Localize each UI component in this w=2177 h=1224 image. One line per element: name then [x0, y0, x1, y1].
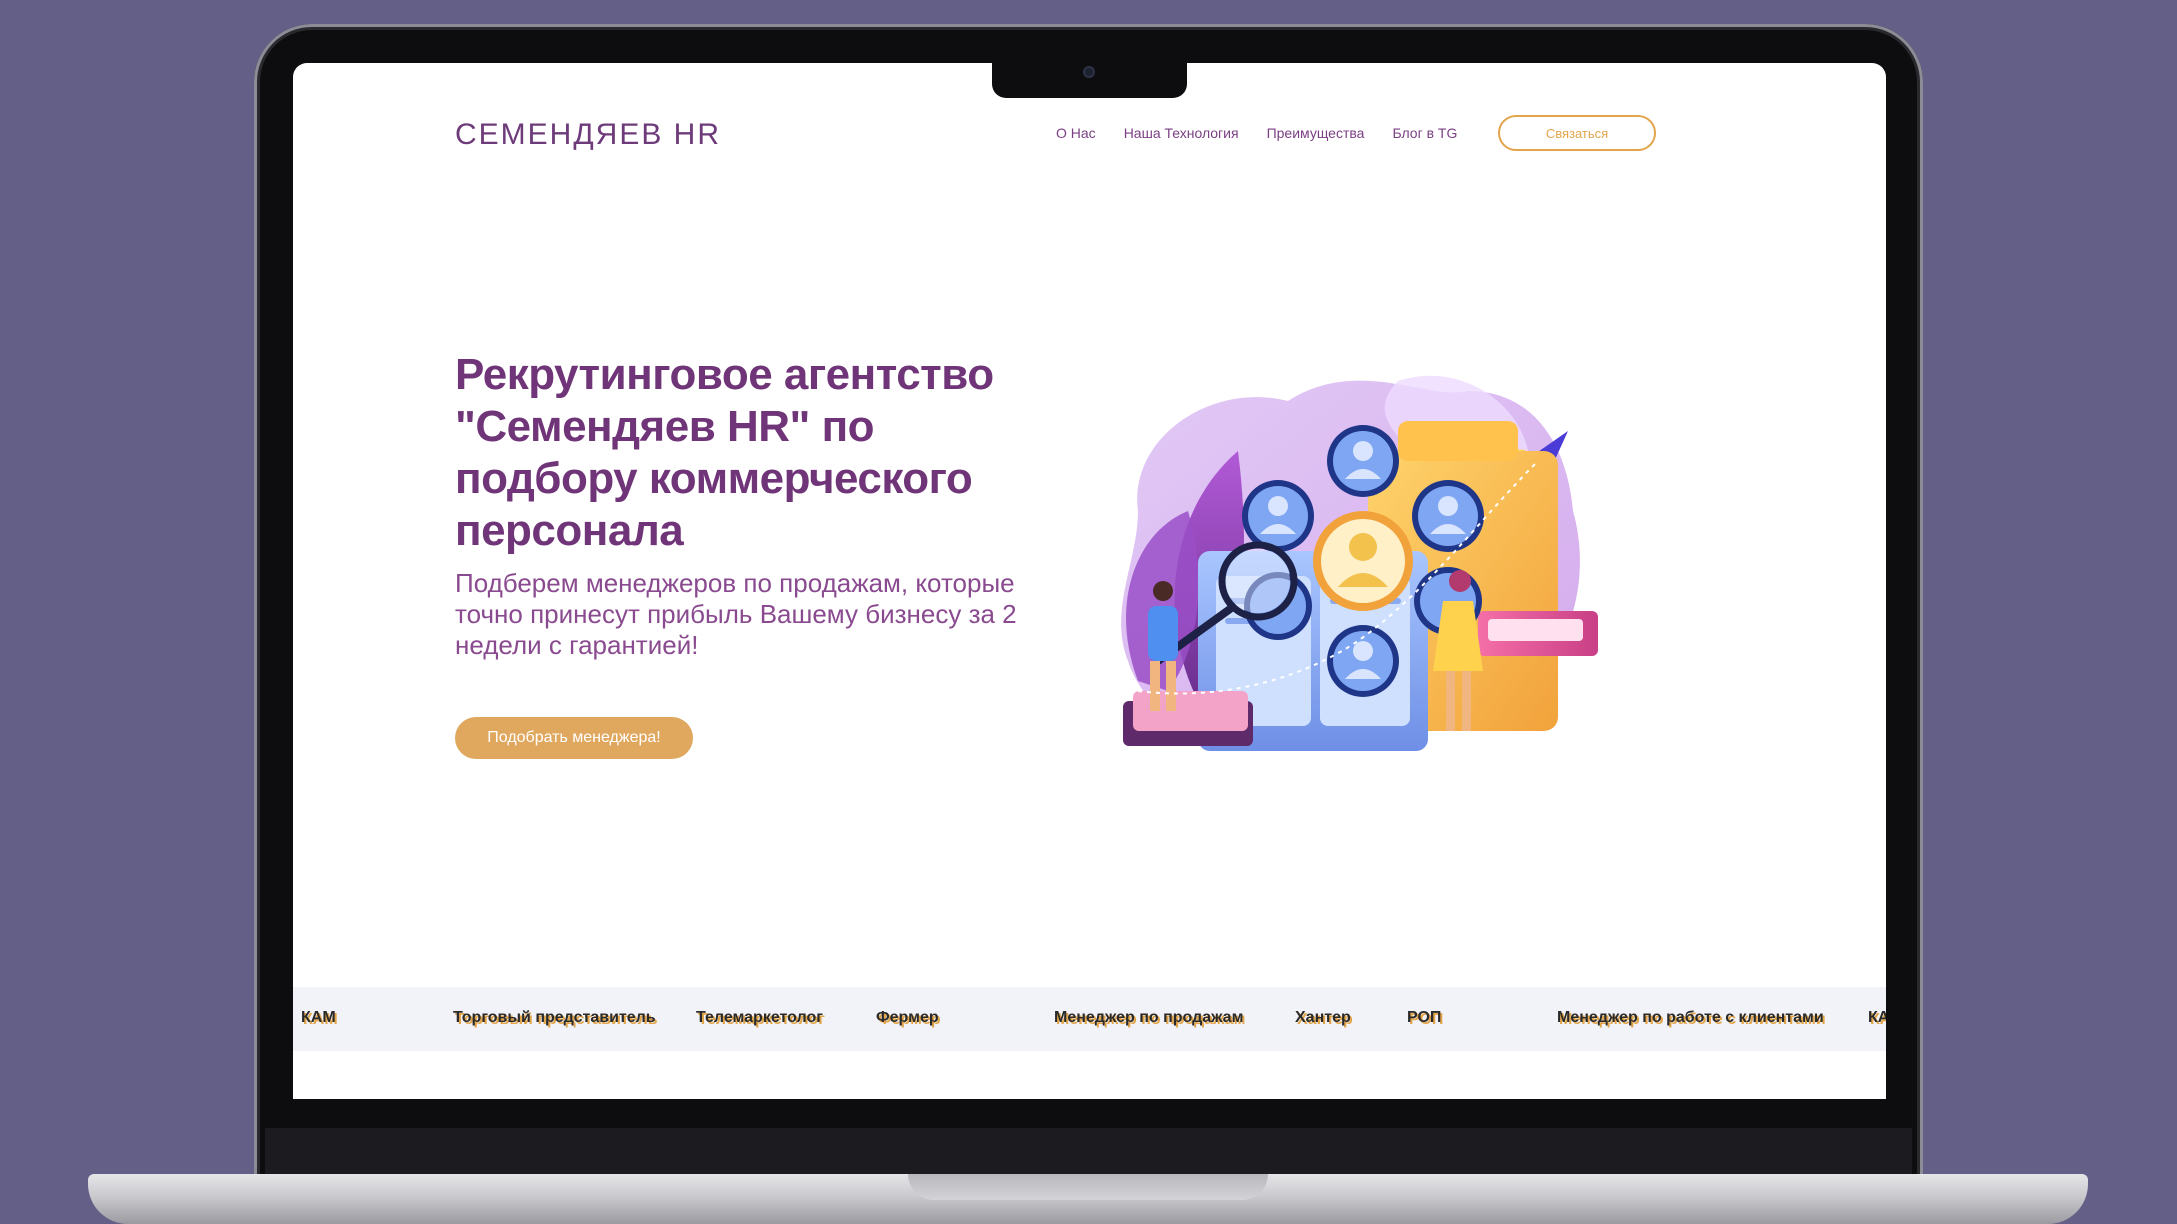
contact-button[interactable]: Связаться	[1498, 115, 1656, 151]
ticker-item: Менеджер по продажам	[1054, 1009, 1244, 1026]
ticker-item: Хантер	[1295, 1009, 1351, 1026]
nav-blog-tg[interactable]: Блог в TG	[1392, 125, 1457, 141]
nav-technology[interactable]: Наша Технология	[1124, 125, 1239, 141]
selected-candidate	[1313, 511, 1413, 611]
camera-icon	[1083, 66, 1095, 78]
find-manager-button[interactable]: Подобрать менеджера!	[455, 717, 693, 759]
screen-notch	[992, 60, 1187, 98]
site-logo[interactable]: СЕМЕНДЯЕВ HR	[455, 118, 721, 152]
main-nav: О Нас Наша Технология Преимущества Блог …	[1056, 125, 1457, 141]
ticker-item: РОП	[1407, 1009, 1442, 1026]
laptop-opening-notch	[908, 1174, 1268, 1200]
ticker-item: Телемаркетолог	[696, 1009, 823, 1026]
ticker-item: Менеджер по работе с клиентами	[1557, 1009, 1824, 1026]
ticker-item: КАМ	[301, 1009, 336, 1026]
hero-subtitle: Подберем менеджеров по продажам, которые…	[455, 568, 1017, 660]
positions-ticker: КАМ Торговый представитель Телемаркетоло…	[293, 987, 1886, 1051]
laptop-screen: СЕМЕНДЯЕВ HR О Нас Наша Технология Преим…	[293, 63, 1886, 1099]
ticker-item: Торговый представитель	[453, 1009, 656, 1026]
nav-about[interactable]: О Нас	[1056, 125, 1096, 141]
ticker-item: КА	[1868, 1009, 1886, 1026]
hero-title: Рекрутинговое агентство "Семендяев HR" п…	[455, 350, 994, 555]
laptop-hinge	[265, 1128, 1912, 1174]
ticker-item: Фермер	[876, 1009, 939, 1026]
nav-advantages[interactable]: Преимущества	[1267, 125, 1365, 141]
recruiting-illustration	[1121, 375, 1598, 751]
